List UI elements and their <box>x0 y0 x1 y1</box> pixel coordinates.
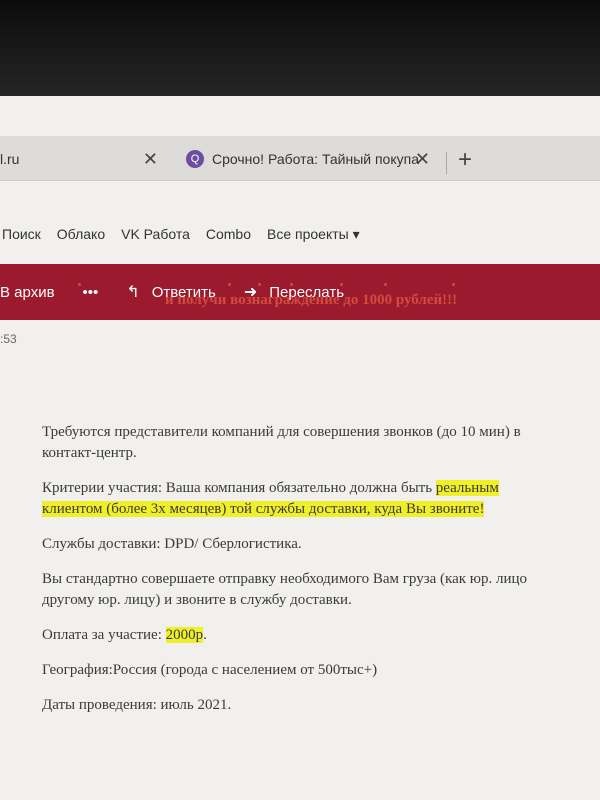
text-line: Требуются представители компаний для сов… <box>42 424 521 440</box>
tab-strip: l.ru ✕ Q Срочно! Работа: Тайный покупа ✕ <box>0 136 600 181</box>
nav-vk-work[interactable]: VK Работа <box>121 226 190 248</box>
more-dots-icon: ••• <box>82 283 99 301</box>
nav-cloud[interactable]: Облако <box>57 226 105 248</box>
nav-search[interactable]: Поиск <box>2 226 41 248</box>
text-line: Даты проведения: июль 2021. <box>42 697 232 713</box>
decor-dot <box>384 283 387 286</box>
tab-label: Срочно! Работа: Тайный покупа <box>212 151 419 167</box>
highlighted-text: 2000р <box>165 627 204 643</box>
text-line: другому юр. лицу) и звоните в службу дос… <box>42 592 352 608</box>
close-icon[interactable]: ✕ <box>415 149 430 170</box>
reply-arrow-icon: ↰ <box>126 284 140 301</box>
text-line: контакт-центр. <box>42 445 137 461</box>
email-paragraph: Критерии участия: Ваша компания обязател… <box>42 478 600 520</box>
tab-divider <box>446 152 447 174</box>
search-favicon-icon: Q <box>186 150 204 168</box>
text-line: Критерии участия: Ваша компания обязател… <box>42 480 436 496</box>
message-time: :53 <box>0 332 17 346</box>
close-icon[interactable]: ✕ <box>143 149 158 170</box>
email-paragraph: Даты проведения: июль 2021. <box>42 695 600 716</box>
email-headline: и получи вознаграждение до 1000 рублей!!… <box>165 292 458 308</box>
decor-dot <box>228 283 231 286</box>
new-tab-plus-icon[interactable]: + <box>458 146 472 174</box>
tab-mail[interactable]: l.ru ✕ <box>0 142 170 176</box>
decor-dot <box>290 283 293 286</box>
text-line: Вы стандартно совершаете отправку необхо… <box>42 571 528 587</box>
email-paragraph: Требуются представители компаний для сов… <box>42 422 600 464</box>
monitor-bezel <box>0 0 600 96</box>
email-paragraph: Оплата за участие: 2000р. <box>42 625 600 646</box>
highlighted-text: реальным <box>435 480 499 496</box>
more-button[interactable]: ••• <box>83 284 99 301</box>
email-body: Требуются представители компаний для сов… <box>42 422 600 730</box>
email-paragraph: Вы стандартно совершаете отправку необхо… <box>42 569 600 611</box>
archive-button[interactable]: В архив <box>0 284 55 301</box>
email-paragraph: Службы доставки: DPD/ Сберлогистика. <box>42 534 600 555</box>
tab-job-offer[interactable]: Q Срочно! Работа: Тайный покупа ✕ <box>178 142 442 176</box>
email-paragraph: География:Россия (города с населением от… <box>42 660 600 681</box>
decor-dot <box>340 283 343 286</box>
decor-dot <box>78 283 81 286</box>
decor-dot <box>258 283 261 286</box>
tab-label: l.ru <box>0 151 20 167</box>
highlighted-text: клиентом (более 3х месяцев) той службы д… <box>42 501 485 517</box>
archive-label: В архив <box>0 283 55 301</box>
text-line: Службы доставки: DPD/ Сберлогистика. <box>42 536 302 552</box>
nav-all-projects[interactable]: Все проекты ▾ <box>267 226 360 248</box>
text-line: Оплата за участие: <box>42 627 166 643</box>
text-line: . <box>203 627 207 643</box>
portal-nav: Поиск Облако VK Работа Combo Все проекты… <box>0 226 376 248</box>
decor-dot <box>452 283 455 286</box>
nav-combo[interactable]: Combo <box>206 226 251 248</box>
text-line: География:Россия (города с населением от… <box>42 662 378 678</box>
